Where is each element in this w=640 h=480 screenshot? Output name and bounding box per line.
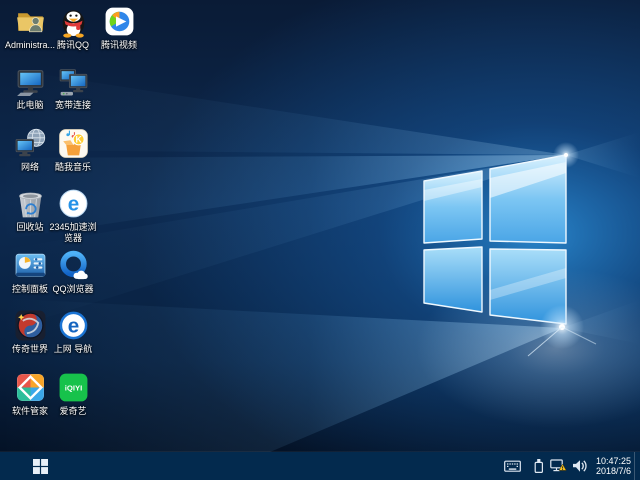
desktop-icon-label: 传奇世界 (12, 344, 48, 355)
touch-keyboard-icon[interactable] (504, 457, 521, 475)
desktop-icon-label: 腾讯QQ (57, 40, 89, 51)
recycle-bin-icon (14, 187, 47, 220)
control-panel-icon (14, 249, 47, 282)
2345-browser-e-icon: e (57, 187, 90, 220)
desktop-icon-label: 控制面板 (12, 284, 48, 295)
desktop-icon-label: 腾讯视频 (101, 40, 137, 51)
desktop-icon-label: QQ浏览器 (52, 284, 93, 295)
desktop-icon-label: 网络 (21, 162, 39, 173)
system-tray: 10:47:25 2018/7/6 (501, 452, 640, 480)
desktop-icon-label: 2345加速浏览器 (45, 222, 101, 244)
desktop-icon-kuwo-music[interactable]: K 酷我音乐 (45, 127, 101, 173)
computer-monitor-icon (14, 65, 47, 98)
user-folder-icon (14, 5, 47, 38)
network-globe-monitor-icon (14, 127, 47, 160)
software-manager-tiles-icon (14, 371, 47, 404)
desktop-icon-label: 软件管家 (12, 406, 48, 417)
desktop-icon-qq-browser[interactable]: QQ浏览器 (45, 249, 101, 295)
taskbar: 10:47:25 2018/7/6 (0, 452, 640, 480)
svg-text:iQIYI: iQIYI (64, 384, 82, 393)
windows-logo-icon (33, 459, 48, 474)
start-button[interactable] (0, 452, 73, 480)
network-status-warning-icon[interactable] (550, 457, 567, 475)
volume-icon[interactable] (572, 457, 587, 475)
svg-text:e: e (67, 193, 78, 216)
desktop-icon-label: 酷我音乐 (55, 162, 91, 173)
usb-safely-remove-icon[interactable] (532, 457, 545, 475)
clock-time: 10:47:25 (596, 456, 631, 467)
desktop-icon-label: 上网 导航 (54, 344, 93, 355)
svg-text:e: e (67, 315, 78, 338)
desktop-icon-2345-browser[interactable]: e 2345加速浏览器 (45, 187, 101, 244)
taskbar-clock[interactable]: 10:47:25 2018/7/6 (596, 456, 631, 477)
game-orb-icon (14, 309, 47, 342)
desktop-icon-label: 爱奇艺 (59, 406, 86, 417)
clock-date: 2018/7/6 (596, 466, 631, 477)
web-navigation-e-icon: e (57, 309, 90, 342)
dual-monitor-connection-icon (57, 65, 90, 98)
svg-text:K: K (75, 135, 82, 145)
desktop-icon-label: 宽带连接 (55, 100, 91, 111)
desktop-icon-tencent-video[interactable]: 腾讯视频 (91, 5, 147, 51)
desktop-icon-broadband-connection[interactable]: 宽带连接 (45, 65, 101, 111)
desktop-icon-label: 此电脑 (16, 100, 43, 111)
desktop-icon-iqiyi[interactable]: iQIYI 爱奇艺 (45, 371, 101, 417)
windows-10-desktop: Administra... 腾讯QQ (0, 0, 640, 480)
iqiyi-icon: iQIYI (57, 371, 90, 404)
desktop-icon-label: 回收站 (16, 222, 43, 233)
kuwo-music-box-icon: K (57, 127, 90, 160)
tencent-video-play-icon (103, 5, 136, 38)
show-desktop-button[interactable] (634, 452, 640, 480)
qq-penguin-icon (57, 5, 90, 38)
desktop-icon-web-navigation[interactable]: e 上网 导航 (45, 309, 101, 355)
qq-browser-q-icon (57, 249, 90, 282)
